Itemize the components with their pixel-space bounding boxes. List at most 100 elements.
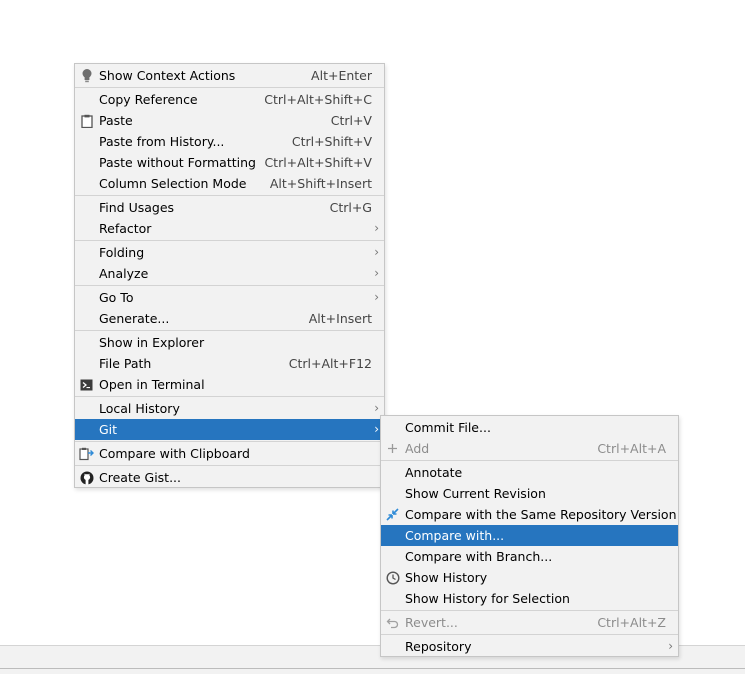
menu-item-label: Git — [99, 422, 118, 437]
menu-item-label: Annotate — [405, 465, 463, 480]
menu-item-label: Folding — [99, 245, 145, 260]
shortcut-hint: Ctrl+Alt+Z — [597, 615, 666, 630]
shortcut-hint: Alt+Shift+Insert — [269, 176, 372, 191]
clock-icon — [385, 570, 400, 585]
menu-item-label: Compare with Branch... — [405, 549, 553, 564]
menu-item-label: Open in Terminal — [99, 377, 205, 392]
menu-item-folding[interactable]: Folding › — [75, 242, 384, 263]
menu-item-label: Column Selection Mode — [99, 176, 247, 191]
submenu-arrow-icon: › — [374, 401, 379, 415]
menu-item-generate[interactable]: Generate... Alt+Insert — [75, 308, 384, 329]
menu-item-show-context-actions[interactable]: Show Context Actions Alt+Enter — [75, 65, 384, 86]
menu-item-label: Paste from History... — [99, 134, 225, 149]
menu-item-compare-with-the-same-repository-version[interactable]: Compare with the Same Repository Version — [381, 504, 678, 525]
menu-separator — [75, 195, 384, 196]
menu-item-add: Add Ctrl+Alt+A — [381, 438, 678, 459]
menu-item-file-path[interactable]: File Path Ctrl+Alt+F12 — [75, 353, 384, 374]
shortcut-hint: Ctrl+V — [330, 113, 372, 128]
menu-item-go-to[interactable]: Go To › — [75, 287, 384, 308]
diff-icon — [385, 507, 400, 522]
revert-icon — [385, 615, 400, 630]
menu-item-git[interactable]: Git › — [75, 419, 384, 440]
menu-item-label: File Path — [99, 356, 152, 371]
menu-item-analyze[interactable]: Analyze › — [75, 263, 384, 284]
menu-item-label: Repository — [405, 639, 472, 654]
menu-item-label: Compare with the Same Repository Version — [405, 507, 677, 522]
menu-separator — [75, 396, 384, 397]
menu-item-show-in-explorer[interactable]: Show in Explorer — [75, 332, 384, 353]
menu-item-label: Generate... — [99, 311, 170, 326]
menu-item-label: Analyze — [99, 266, 149, 281]
menu-item-show-history-for-selection[interactable]: Show History for Selection — [381, 588, 678, 609]
menu-item-copy-reference[interactable]: Copy Reference Ctrl+Alt+Shift+C — [75, 89, 384, 110]
menu-separator — [381, 634, 678, 635]
submenu-arrow-icon: › — [374, 266, 379, 280]
menu-item-label: Paste without Formatting — [99, 155, 256, 170]
menu-item-label: Revert... — [405, 615, 458, 630]
menu-item-annotate[interactable]: Annotate — [381, 462, 678, 483]
shortcut-hint: Ctrl+G — [329, 200, 372, 215]
menu-item-label: Create Gist... — [99, 470, 182, 485]
menu-item-find-usages[interactable]: Find Usages Ctrl+G — [75, 197, 384, 218]
menu-item-local-history[interactable]: Local History › — [75, 398, 384, 419]
menu-separator — [75, 285, 384, 286]
menu-item-label: Find Usages — [99, 200, 175, 215]
menu-item-show-current-revision[interactable]: Show Current Revision — [381, 483, 678, 504]
submenu-arrow-icon: › — [668, 639, 673, 653]
menu-item-compare-with-clipboard[interactable]: Compare with Clipboard — [75, 443, 384, 464]
shortcut-hint: Ctrl+Alt+F12 — [288, 356, 372, 371]
submenu-arrow-icon: › — [374, 290, 379, 304]
menu-separator — [75, 465, 384, 466]
menu-item-compare-with[interactable]: Compare with... — [381, 525, 678, 546]
git-submenu: Commit File... Add Ctrl+Alt+A Annotate Show … — [380, 415, 679, 657]
menu-item-label: Show History — [405, 570, 488, 585]
shortcut-hint: Alt+Insert — [308, 311, 372, 326]
menu-item-compare-with-branch[interactable]: Compare with Branch... — [381, 546, 678, 567]
menu-item-refactor[interactable]: Refactor › — [75, 218, 384, 239]
menu-separator — [75, 240, 384, 241]
menu-separator — [75, 441, 384, 442]
menu-item-column-selection-mode[interactable]: Column Selection Mode Alt+Shift+Insert — [75, 173, 384, 194]
terminal-icon — [79, 377, 94, 392]
menu-item-revert: Revert... Ctrl+Alt+Z — [381, 612, 678, 633]
submenu-arrow-icon: › — [374, 422, 379, 436]
menu-item-label: Compare with Clipboard — [99, 446, 250, 461]
shortcut-hint: Alt+Enter — [311, 68, 372, 83]
menu-item-show-history[interactable]: Show History — [381, 567, 678, 588]
menu-item-commit-file[interactable]: Commit File... — [381, 417, 678, 438]
menu-item-label: Show Current Revision — [405, 486, 546, 501]
menu-item-repository[interactable]: Repository › — [381, 636, 678, 657]
submenu-arrow-icon: › — [374, 221, 379, 235]
plus-icon — [385, 441, 400, 456]
menu-item-label: Add — [405, 441, 430, 456]
compare-clipboard-icon — [79, 446, 94, 461]
shortcut-hint: Ctrl+Alt+Shift+V — [264, 155, 372, 170]
menu-item-label: Commit File... — [405, 420, 491, 435]
menu-item-open-in-terminal[interactable]: Open in Terminal — [75, 374, 384, 395]
menu-item-create-gist[interactable]: Create Gist... — [75, 467, 384, 488]
menu-item-label: Show in Explorer — [99, 335, 205, 350]
menu-separator — [75, 330, 384, 331]
menu-item-label: Go To — [99, 290, 134, 305]
editor-context-menu: Show Context Actions Alt+Enter Copy Refere… — [74, 63, 385, 488]
menu-separator — [381, 460, 678, 461]
bulb-icon — [79, 68, 94, 83]
menu-item-label: Copy Reference — [99, 92, 198, 107]
menu-item-label: Compare with... — [405, 528, 505, 543]
menu-item-paste[interactable]: Paste Ctrl+V — [75, 110, 384, 131]
menu-item-paste-without-formatting[interactable]: Paste without Formatting Ctrl+Alt+Shift+V — [75, 152, 384, 173]
menu-item-label: Show Context Actions — [99, 68, 236, 83]
menu-item-label: Show History for Selection — [405, 591, 570, 606]
menu-item-paste-from-history[interactable]: Paste from History... Ctrl+Shift+V — [75, 131, 384, 152]
menu-item-label: Refactor — [99, 221, 152, 236]
github-icon — [79, 470, 94, 485]
shortcut-hint: Ctrl+Shift+V — [291, 134, 372, 149]
submenu-arrow-icon: › — [374, 245, 379, 259]
shortcut-hint: Ctrl+Alt+A — [597, 441, 666, 456]
shortcut-hint: Ctrl+Alt+Shift+C — [264, 92, 372, 107]
menu-item-label: Local History — [99, 401, 180, 416]
menu-separator — [381, 610, 678, 611]
menu-item-label: Paste — [99, 113, 133, 128]
menu-separator — [75, 87, 384, 88]
clipboard-icon — [79, 113, 94, 128]
